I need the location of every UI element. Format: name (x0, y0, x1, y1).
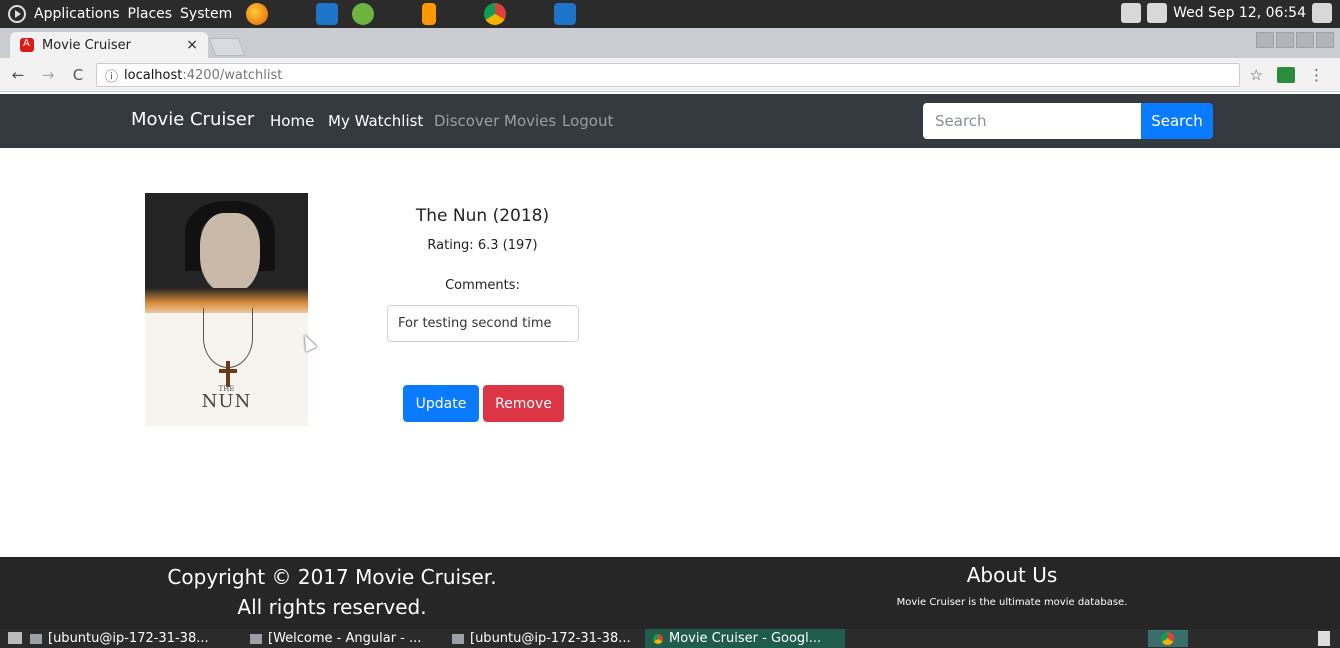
poster-chain (203, 308, 253, 368)
ubuntu-logo-icon[interactable] (8, 5, 26, 23)
movie-poster: THE NUN (145, 193, 308, 426)
menu-system[interactable]: System (180, 6, 232, 22)
toolbar-actions: ☆ ⋮ (1250, 66, 1324, 84)
close-window-icon[interactable] (1316, 32, 1334, 48)
taskbar-item-label: [Welcome - Angular - ... (268, 631, 422, 646)
editor-icon (250, 633, 262, 644)
about-us-heading: About Us (966, 563, 1058, 587)
maximize-icon[interactable] (1296, 32, 1314, 48)
reload-icon[interactable]: C (66, 66, 90, 84)
window-controls (1256, 32, 1334, 48)
page-footer: Copyright © 2017 Movie Cruiser. All righ… (0, 557, 1340, 629)
search-tray-icon[interactable] (1121, 3, 1142, 23)
chrome-tray-icon[interactable] (1148, 630, 1188, 647)
nav-home[interactable]: Home (270, 112, 314, 130)
menu-applications[interactable]: Applications (34, 6, 120, 22)
navbar-brand[interactable]: Movie Cruiser (131, 109, 254, 130)
firefox-launcher-icon[interactable] (246, 3, 269, 25)
minimize-icon[interactable] (1276, 32, 1294, 48)
url-path: :4200/watchlist (182, 67, 283, 83)
taskbar-item-label: Movie Cruiser - Googl... (669, 631, 822, 646)
forward-icon[interactable]: → (36, 66, 60, 84)
comments-label: Comments: (445, 278, 520, 293)
app-navbar: Movie Cruiser Home My Watchlist Discover… (0, 94, 1340, 148)
remove-button[interactable]: Remove (483, 385, 564, 422)
tab-title: Movie Cruiser (42, 37, 131, 53)
poster-face (200, 213, 260, 293)
movie-title: The Nun (2018) (415, 206, 550, 226)
browser-toolbar: ← → C ⓘ localhost :4200/watchlist ☆ ⋮ (0, 58, 1340, 92)
nav-discover-movies[interactable]: Discover Movies (434, 112, 556, 130)
trash-icon[interactable] (1318, 631, 1330, 646)
browser-menu-icon[interactable]: ⋮ (1309, 66, 1324, 84)
sublime-launcher-icon[interactable] (422, 3, 437, 25)
vscode-launcher-icon[interactable] (316, 3, 339, 25)
taskbar-item-label: [ubuntu@ip-172-31-38... (48, 631, 209, 646)
taskbar-item-terminal-1[interactable]: [ubuntu@ip-172-31-38... (30, 629, 230, 648)
update-button[interactable]: Update (403, 385, 479, 422)
tab-close-icon[interactable]: × (186, 37, 198, 53)
angular-favicon-icon (20, 38, 34, 52)
profile-icon[interactable] (1256, 32, 1274, 48)
volume-icon[interactable] (1147, 3, 1168, 23)
system-top-panel: Applications Places System Wed Sep 12, 0… (0, 0, 1340, 28)
spring-launcher-icon[interactable] (352, 3, 375, 25)
show-desktop-icon[interactable] (8, 632, 22, 644)
taskbar-item-terminal-2[interactable]: [ubuntu@ip-172-31-38... (452, 629, 642, 648)
clock[interactable]: Wed Sep 12, 06:54 (1173, 5, 1306, 21)
copyright-line-2: All rights reserved. (237, 595, 427, 619)
bottom-taskbar: [ubuntu@ip-172-31-38... [Welcome - Angul… (0, 629, 1340, 648)
search-button[interactable]: Search (1141, 103, 1213, 139)
poster-cross-icon (226, 361, 230, 387)
cors-extension-icon[interactable] (1277, 67, 1295, 83)
search-input[interactable] (923, 103, 1141, 139)
taskbar-item-editor[interactable]: [Welcome - Angular - ... (250, 629, 440, 648)
nav-logout[interactable]: Logout (562, 112, 613, 130)
site-info-icon[interactable]: ⓘ (105, 66, 118, 85)
browser-tab[interactable]: Movie Cruiser × (10, 32, 208, 58)
address-bar[interactable]: ⓘ localhost :4200/watchlist (96, 63, 1240, 87)
system-tray: Wed Sep 12, 06:54 (1121, 3, 1332, 23)
vscode-launcher-icon-2[interactable] (554, 3, 577, 25)
taskbar-item-label: [ubuntu@ip-172-31-38... (470, 631, 631, 646)
about-us-text: Movie Cruiser is the ultimate movie data… (896, 597, 1128, 608)
menu-places[interactable]: Places (128, 6, 173, 22)
comments-input[interactable] (387, 305, 579, 342)
poster-title: NUN (201, 391, 252, 412)
nav-my-watchlist[interactable]: My Watchlist (328, 112, 423, 130)
system-menus: Applications Places System (0, 3, 577, 25)
terminal-icon (30, 633, 42, 644)
terminal-icon (452, 633, 464, 644)
chrome-launcher-icon[interactable] (484, 3, 507, 25)
taskbar-item-chrome[interactable]: Movie Cruiser - Googl... (645, 629, 845, 648)
movie-rating: Rating: 6.3 (197) (427, 238, 538, 253)
browser-tab-strip: Movie Cruiser × (0, 28, 1340, 58)
new-tab-button[interactable] (208, 38, 246, 56)
chrome-icon (653, 633, 663, 644)
url-host: localhost (124, 67, 183, 83)
copyright-line-1: Copyright © 2017 Movie Cruiser. (167, 565, 497, 589)
back-icon[interactable]: ← (6, 66, 30, 84)
poster-cross-bar (219, 369, 237, 373)
power-icon[interactable] (1312, 3, 1332, 23)
bookmark-star-icon[interactable]: ☆ (1250, 66, 1263, 84)
